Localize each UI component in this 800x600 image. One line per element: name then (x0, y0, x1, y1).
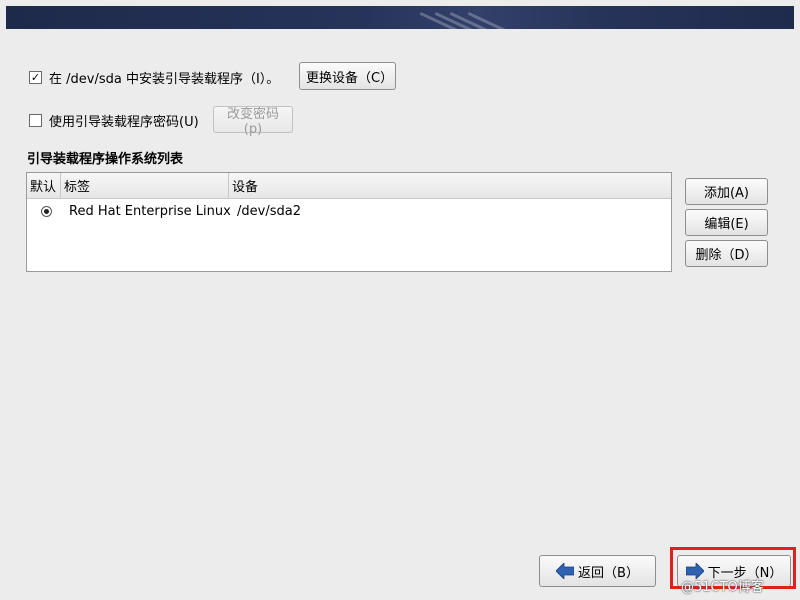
add-button[interactable]: 添加(A) (685, 178, 768, 205)
change-device-button[interactable]: 更换设备（C） (299, 62, 396, 90)
bootloader-password-label: 使用引导装载程序密码(U) (49, 115, 199, 130)
back-button-label: 返回（B） (578, 565, 639, 581)
os-list-row[interactable]: Red Hat Enterprise Linux /dev/sda2 (27, 199, 671, 223)
delete-button[interactable]: 删除（D） (685, 240, 768, 267)
bootloader-password-checkbox[interactable] (29, 114, 42, 127)
bootloader-password-row[interactable]: 使用引导装载程序密码(U) (29, 111, 199, 130)
column-header-device[interactable]: 设备 (229, 173, 671, 198)
edit-button[interactable]: 编辑(E) (685, 209, 768, 236)
os-list-title: 引导装载程序操作系统列表 (27, 152, 184, 167)
arrow-left-icon (556, 563, 575, 579)
watermark: @51CTO博客 (681, 580, 764, 595)
column-header-label[interactable]: 标签 (61, 173, 229, 198)
header-banner (6, 6, 794, 29)
back-button[interactable]: 返回（B） (539, 555, 656, 587)
change-password-button: 改变密码(p) (213, 106, 293, 137)
install-bootloader-label: 在 /dev/sda 中安装引导装载程序（I）。 (49, 72, 280, 87)
column-header-default[interactable]: 默认 (27, 173, 61, 198)
install-bootloader-row[interactable]: ✓ 在 /dev/sda 中安装引导装载程序（I）。 (29, 68, 279, 87)
os-device-cell: /dev/sda2 (237, 203, 301, 219)
os-list-table[interactable]: 默认 标签 设备 Red Hat Enterprise Linux /dev/s… (26, 172, 672, 272)
os-label-cell: Red Hat Enterprise Linux (69, 203, 231, 219)
default-radio[interactable] (40, 205, 52, 217)
os-list-header: 默认 标签 设备 (27, 173, 671, 199)
install-bootloader-checkbox[interactable]: ✓ (29, 71, 42, 84)
